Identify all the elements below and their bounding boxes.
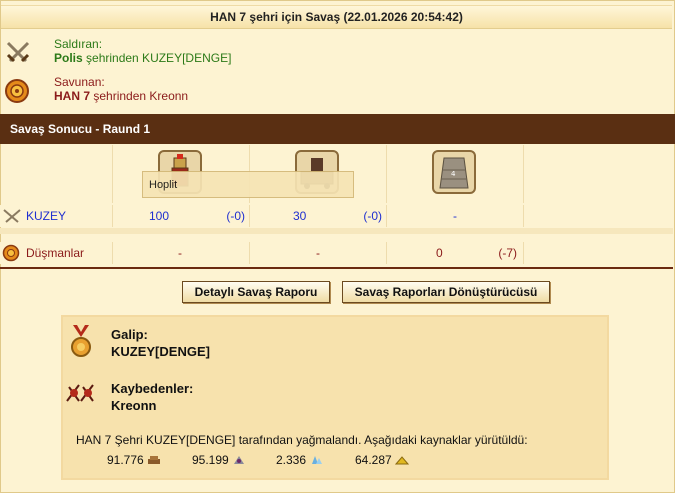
crossed-swords-icon <box>4 39 32 67</box>
attacker-hoplite-loss: (-0) <box>226 209 245 223</box>
wine-icon <box>232 454 246 468</box>
resource-crystal: 2.336 <box>276 453 323 468</box>
defender-wall-loss: (-7) <box>498 246 517 260</box>
defender-detail: HAN 7 şehrinden Kreonn <box>54 89 188 103</box>
attacker-row-label: KUZEY <box>0 205 113 227</box>
attacker-siege-loss: (-0) <box>363 209 382 223</box>
defender-owner[interactable]: şehrinden Kreonn <box>90 89 188 103</box>
defender-siege-cell: - <box>250 242 387 264</box>
attacker-unit-row: KUZEY 100 (-0) 30 (-0) - <box>0 205 673 227</box>
battle-result-box: Galip: KUZEY[DENGE] Kaybedenler: Kreonn … <box>61 315 609 480</box>
defender-siege-count: - <box>316 246 320 260</box>
resource-sulfur-value: 64.287 <box>355 453 392 467</box>
section-title: Savaş Sonucu - Raund 1 <box>0 114 675 144</box>
resource-wood: 91.776 <box>107 453 161 468</box>
svg-text:4: 4 <box>451 170 456 178</box>
attacker-wall-count: - <box>453 209 457 223</box>
loser-name[interactable]: Kreonn <box>111 398 157 413</box>
resource-wood-value: 91.776 <box>107 453 144 467</box>
defender-hoplite-count: - <box>178 246 182 260</box>
page-title: HAN 7 şehri için Savaş (22.01.2026 20:54… <box>1 5 672 29</box>
defender-city[interactable]: HAN 7 <box>54 89 90 103</box>
unit-column-empty <box>524 145 673 203</box>
attacker-label: Saldıran: <box>54 37 103 51</box>
defender-wall-count: 0 <box>436 246 443 260</box>
attacker-city[interactable]: Polis <box>54 51 83 65</box>
resource-crystal-value: 2.336 <box>276 453 307 467</box>
attacker-owner[interactable]: şehrinden KUZEY[DENGE] <box>83 51 231 65</box>
attacker-detail: Polis şehrinden KUZEY[DENGE] <box>54 51 231 65</box>
fallen-soldiers-icon <box>65 381 97 408</box>
wood-icon <box>147 454 161 468</box>
medal-icon <box>69 325 93 364</box>
attacker-hoplite-count: 100 <box>149 209 170 223</box>
unit-tooltip: Hoplit <box>142 171 354 198</box>
winner-name[interactable]: KUZEY[DENGE] <box>111 344 210 359</box>
attacker-siege-count: 30 <box>293 209 307 223</box>
crystal-icon <box>309 454 323 468</box>
row-separator <box>0 228 673 234</box>
wall-unit-icon[interactable]: 4 <box>432 150 476 194</box>
defender-hoplite-cell: - <box>113 242 250 264</box>
resource-sulfur: 64.287 <box>355 453 409 468</box>
attacker-hoplite-cell: 100 (-0) <box>113 205 250 227</box>
attacker-row-name[interactable]: KUZEY <box>26 205 66 227</box>
defender-row-name: Düşmanlar <box>26 246 85 260</box>
divider <box>0 267 673 269</box>
losers-label: Kaybedenler: <box>111 381 194 396</box>
defender-label: Savunan: <box>54 75 105 89</box>
unit-header-empty <box>0 145 113 203</box>
shield-icon <box>2 244 20 269</box>
sulfur-icon <box>394 454 409 468</box>
defender-row-label: Düşmanlar <box>0 242 113 264</box>
report-converter-button[interactable]: Savaş Raporları Dönüştürücüsü <box>342 281 550 303</box>
defender-wall-cell: 0 (-7) <box>387 242 524 264</box>
loot-message: HAN 7 Şehri KUZEY[DENGE] tarafından yağm… <box>76 433 528 447</box>
defender-empty-cell <box>524 242 673 264</box>
shield-icon <box>4 77 32 105</box>
attacker-wall-cell: - <box>387 205 524 227</box>
defender-unit-row: Düşmanlar - - 0 (-7) <box>0 242 673 264</box>
attacker-empty-cell <box>524 205 673 227</box>
winner-label: Galip: <box>111 327 148 342</box>
unit-column-wall: 4 <box>387 145 524 203</box>
resource-wine-value: 95.199 <box>192 453 229 467</box>
detailed-report-button[interactable]: Detaylı Savaş Raporu <box>182 281 330 303</box>
attacker-siege-cell: 30 (-0) <box>250 205 387 227</box>
resource-wine: 95.199 <box>192 453 246 468</box>
